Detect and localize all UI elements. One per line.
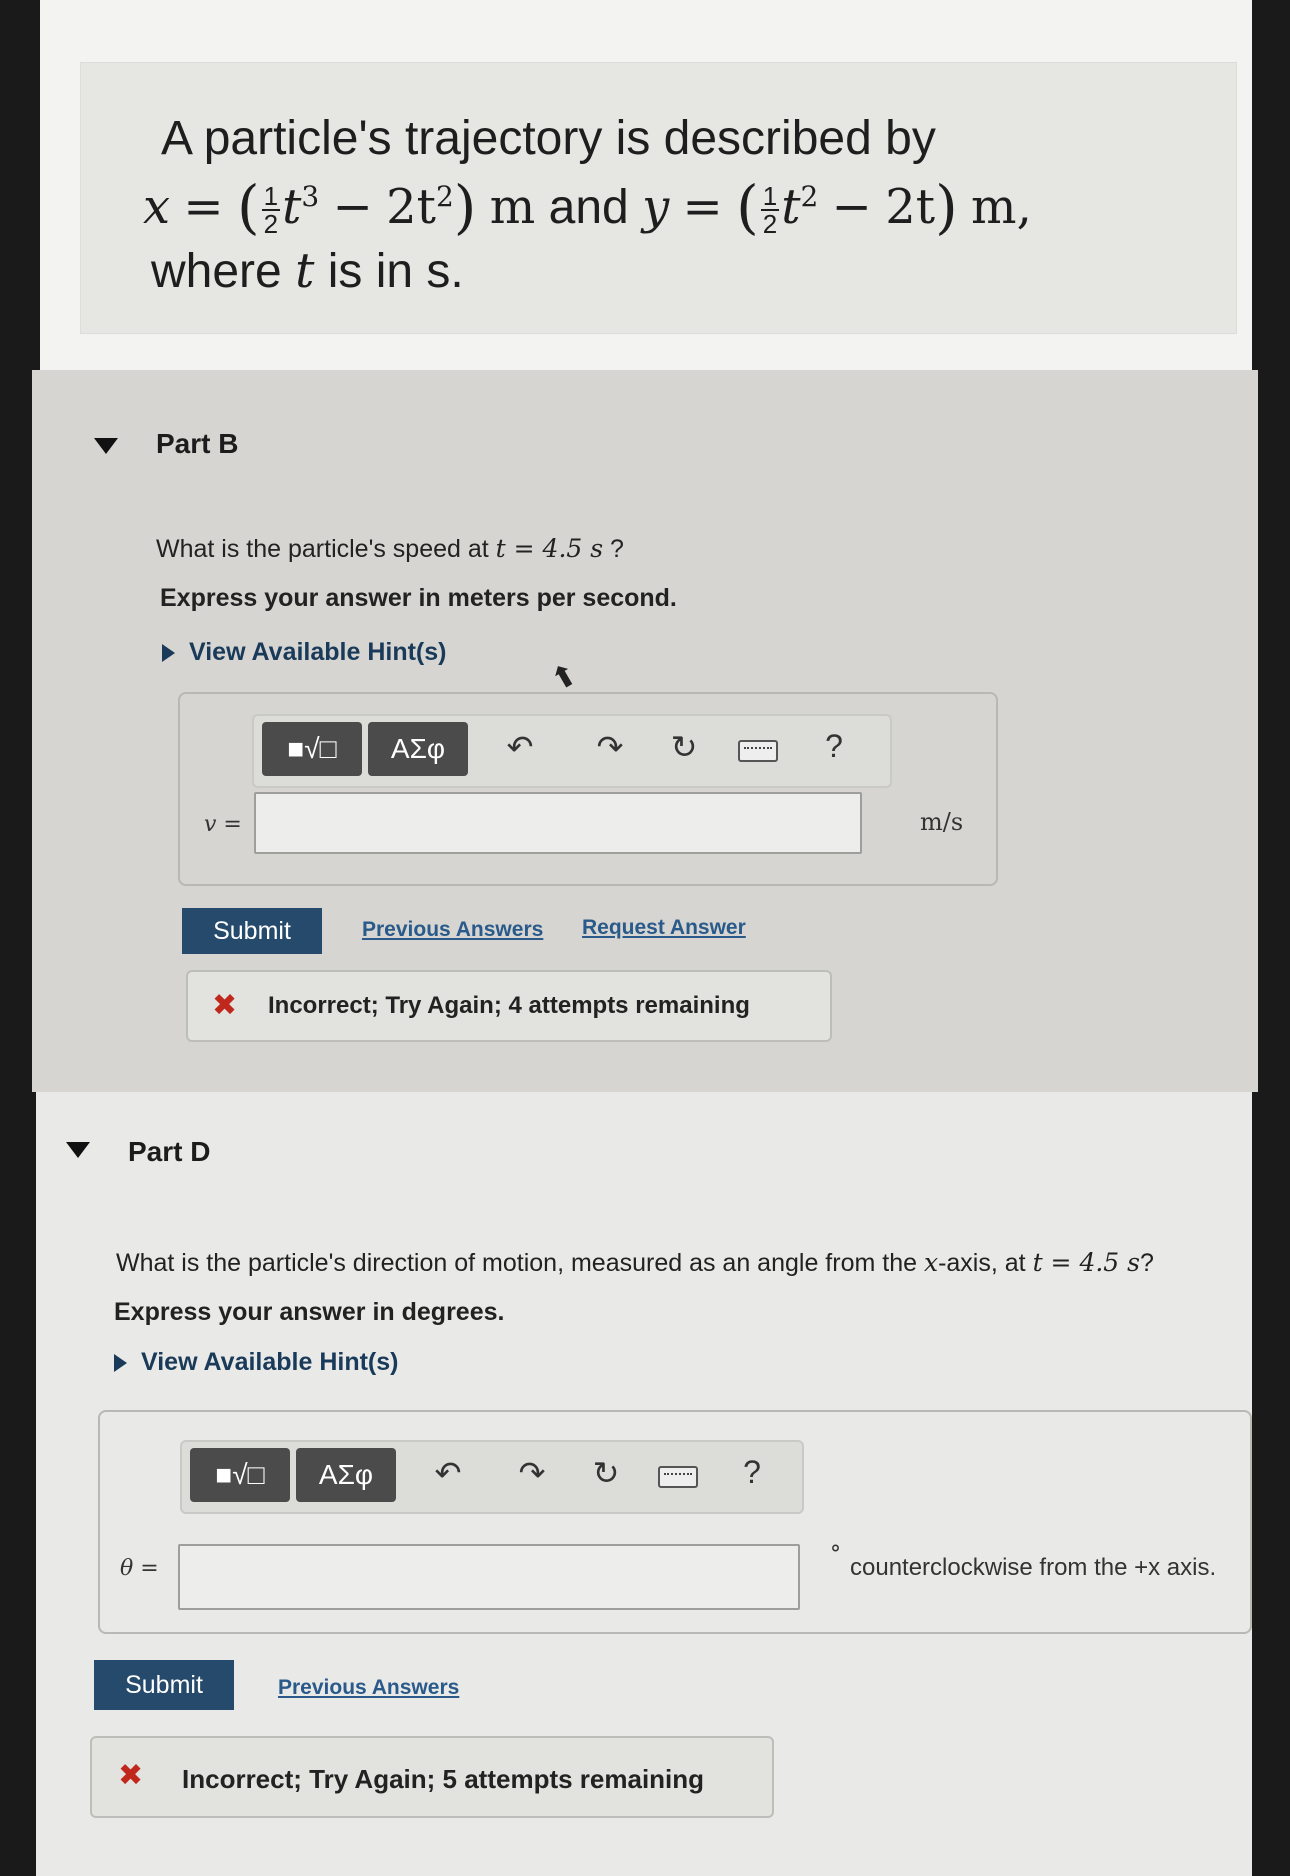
fraction-half: 12: [261, 181, 281, 240]
part-d-previous-answers-link[interactable]: Previous Answers: [278, 1676, 459, 1700]
degree-symbol: °: [830, 1542, 841, 1567]
redo-icon[interactable]: ↷: [590, 728, 630, 766]
part-b-title: Part B: [156, 428, 239, 459]
part-d-title: Part D: [128, 1136, 211, 1167]
part-d-hint-link[interactable]: View Available Hint(s): [114, 1348, 398, 1377]
part-b-previous-answers-link[interactable]: Previous Answers: [362, 918, 543, 942]
collapse-triangle-icon[interactable]: [94, 438, 118, 454]
theta-answer-label: θ =: [120, 1556, 159, 1581]
problem-statement-panel: A particle's trajectory is described by …: [40, 0, 1252, 370]
angle-unit-text: counterclockwise from the +x axis.: [850, 1554, 1217, 1581]
templates-button[interactable]: ■√□: [262, 722, 362, 776]
statement-line-3: where t is in s.: [151, 243, 464, 299]
help-icon[interactable]: ?: [814, 728, 854, 765]
part-b-math-toolbar: ■√□ ΑΣφ ↶ ↷ ↻ ?: [252, 714, 892, 788]
part-d-instruction: Express your answer in degrees.: [114, 1298, 505, 1326]
redo-icon[interactable]: ↷: [512, 1454, 552, 1492]
part-d-panel: Part D What is the particle's direction …: [36, 1092, 1252, 1876]
undo-icon[interactable]: ↶: [428, 1454, 468, 1492]
part-b-feedback: ✖ Incorrect; Try Again; 4 attempts remai…: [186, 970, 832, 1042]
undo-icon[interactable]: ↶: [500, 728, 540, 766]
part-b-panel: Part B What is the particle's speed at t…: [32, 370, 1258, 1092]
y-variable: y: [642, 179, 670, 235]
angle-answer-input[interactable]: [178, 1544, 800, 1610]
speed-answer-input[interactable]: [254, 792, 862, 854]
part-b-request-answer-link[interactable]: Request Answer: [582, 916, 746, 940]
part-d-answer-frame: ■√□ ΑΣφ ↶ ↷ ↻ ? θ = ° counterclockwise f…: [98, 1410, 1252, 1634]
part-b-submit-button[interactable]: Submit: [182, 908, 322, 954]
problem-statement-box: A particle's trajectory is described by …: [80, 62, 1237, 334]
part-d-submit-button[interactable]: Submit: [94, 1660, 234, 1710]
part-d-feedback-text: Incorrect; Try Again; 5 attempts remaini…: [182, 1764, 705, 1794]
part-d-math-toolbar: ■√□ ΑΣφ ↶ ↷ ↻ ?: [180, 1440, 804, 1514]
reset-icon[interactable]: ↻: [664, 728, 704, 766]
and-word: and: [548, 181, 629, 234]
reset-icon[interactable]: ↻: [586, 1454, 626, 1492]
unit-meters: m: [489, 179, 536, 235]
part-b-hint-link[interactable]: View Available Hint(s): [162, 638, 446, 667]
fraction-half-y: 12: [760, 181, 780, 240]
expand-arrow-icon: [162, 644, 175, 663]
expand-arrow-icon: [114, 1354, 127, 1373]
keyboard-icon[interactable]: [658, 1466, 698, 1488]
statement-line-1: A particle's trajectory is described by: [161, 112, 936, 165]
statement-equation: x = (1 2 t3 − 2t2) m and y = (1 2 t2 − 2t) m…: [143, 173, 1032, 241]
equals-sign: =: [183, 179, 224, 235]
greek-symbols-button[interactable]: ΑΣφ: [368, 722, 468, 776]
part-b-answer-frame: ■√□ ΑΣφ ↶ ↷ ↻ ? v = m/s: [178, 692, 998, 886]
incorrect-x-icon: ✖: [212, 989, 238, 1022]
help-icon[interactable]: ?: [732, 1454, 772, 1491]
x-variable: x: [143, 179, 171, 235]
collapse-triangle-icon[interactable]: [66, 1142, 90, 1158]
templates-button[interactable]: ■√□: [190, 1448, 290, 1502]
incorrect-x-icon: ✖: [118, 1759, 144, 1792]
unit-mps: m/s: [920, 808, 964, 836]
part-d-feedback: ✖ Incorrect; Try Again; 5 attempts remai…: [90, 1736, 774, 1818]
greek-symbols-button[interactable]: ΑΣφ: [296, 1448, 396, 1502]
v-answer-label: v =: [204, 812, 242, 837]
keyboard-icon[interactable]: [738, 740, 778, 762]
unit-meters-comma: m,: [971, 179, 1032, 235]
part-d-question: What is the particle's direction of moti…: [116, 1248, 1154, 1277]
part-b-instruction: Express your answer in meters per second…: [160, 584, 677, 612]
part-b-question: What is the particle's speed at t = 4.5 …: [156, 534, 624, 563]
part-b-feedback-text: Incorrect; Try Again; 4 attempts remaini…: [268, 992, 750, 1019]
